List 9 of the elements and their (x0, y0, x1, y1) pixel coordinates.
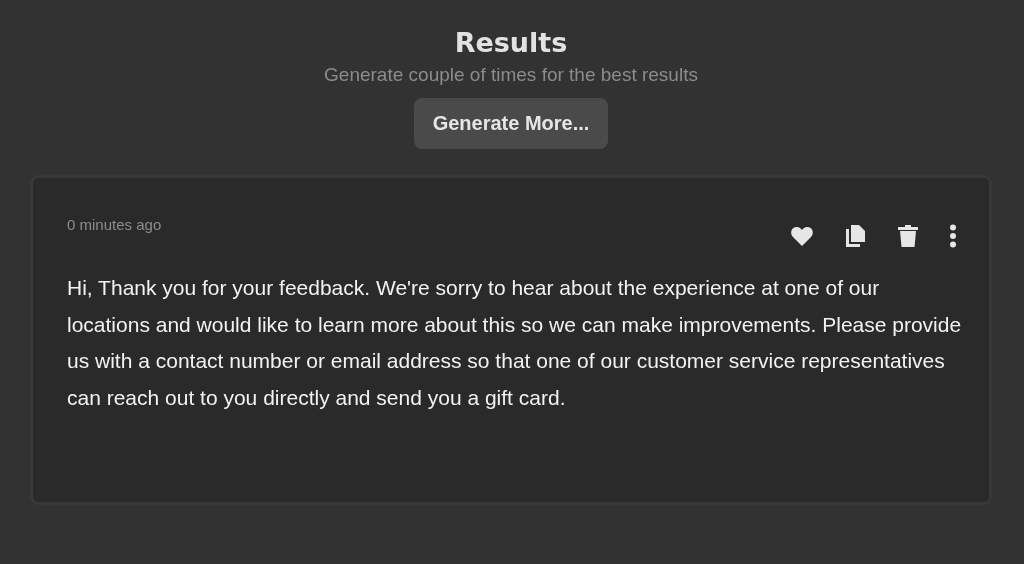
result-timestamp: 0 minutes ago (67, 216, 162, 233)
generate-more-button[interactable]: Generate More... (413, 98, 609, 149)
result-text: Hi, Thank you for your feedback. We're sorry to hear about the experience at one of our locations and would like to learn more about this so we can make improvements. Please provide us with a contact number or email address so that one of our customer service representatives can reach out to you directly and send you a gift card. (67, 275, 963, 411)
trash-icon[interactable] (897, 224, 919, 248)
copy-icon[interactable] (845, 224, 867, 248)
results-subtitle: Generate couple of times for the best results (324, 64, 698, 86)
results-title: Results (454, 26, 568, 60)
heart-icon[interactable] (789, 225, 815, 247)
more-icon[interactable] (949, 224, 957, 248)
